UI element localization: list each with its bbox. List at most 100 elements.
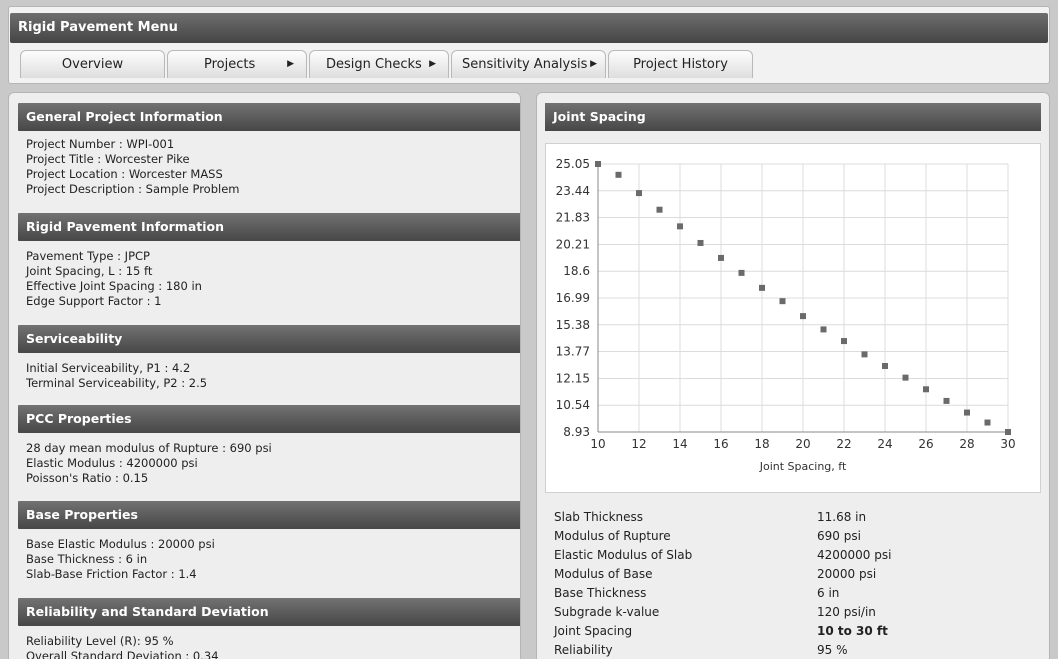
info-line: Project Title : Worcester Pike <box>26 152 190 166</box>
result-label: Base Thickness <box>554 586 647 600</box>
result-value: 11.68 in <box>817 510 867 524</box>
result-label: Elastic Modulus of Slab <box>554 548 693 562</box>
result-row: Modulus of Base 20000 psi <box>554 565 1034 584</box>
data-point <box>923 386 929 393</box>
data-point <box>984 419 991 426</box>
info-line: Poisson's Ratio : 0.15 <box>26 471 149 485</box>
data-point <box>779 298 786 305</box>
info-line: Base Thickness : 6 in <box>26 552 148 566</box>
info-line: Terminal Serviceability, P2 : 2.5 <box>26 376 208 390</box>
data-point <box>964 409 970 416</box>
result-value: 120 psi/in <box>817 605 876 619</box>
x-tick-label: 18 <box>754 437 769 451</box>
info-line: Project Number : WPI-001 <box>26 137 175 151</box>
result-label: Subgrade k-value <box>554 605 660 619</box>
data-point <box>943 397 950 404</box>
x-tick-label: 20 <box>795 437 810 451</box>
x-tick-label: 28 <box>959 437 974 451</box>
info-line: Overall Standard Deviation : 0.34 <box>26 649 219 659</box>
reliability-body: Reliability Level (R): 95 % Overall Stan… <box>26 634 219 659</box>
app-window: Rigid Pavement Menu Overview Projects ▶ D… <box>0 0 1058 659</box>
info-line: Elastic Modulus : 4200000 psi <box>26 456 198 470</box>
result-row: Reliability 95 % <box>554 641 1034 659</box>
tab-project-history[interactable]: Project History <box>608 50 753 78</box>
result-value: 10 to 30 ft <box>817 624 888 638</box>
result-label: Joint Spacing <box>554 624 633 638</box>
tab-design-checks[interactable]: Design Checks ▶ <box>309 50 449 78</box>
result-value: 4200000 psi <box>817 548 892 562</box>
info-line: Reliability Level (R): 95 % <box>26 634 174 648</box>
tab-sensitivity-analysis-label: Sensitivity Analysis <box>462 56 588 72</box>
menu-bar: Overview Projects ▶ Design Checks ▶ Sensit… <box>20 50 755 78</box>
data-point <box>902 374 909 381</box>
tab-design-checks-label: Design Checks <box>326 56 422 72</box>
menu-title: Rigid Pavement Menu <box>10 13 1048 43</box>
x-tick-label: 12 <box>631 437 646 451</box>
submenu-arrow-icon: ▶ <box>590 59 597 69</box>
tab-sensitivity-analysis[interactable]: Sensitivity Analysis ▶ <box>451 50 606 78</box>
tab-projects-label: Projects <box>204 56 256 72</box>
result-row: Elastic Modulus of Slab 4200000 psi <box>554 546 1034 565</box>
x-tick-label: 22 <box>836 437 851 451</box>
submenu-arrow-icon: ▶ <box>429 59 436 69</box>
result-value: 6 in <box>817 586 840 600</box>
results-table: Slab Thickness 11.68 in Modulus of Ruptur… <box>554 508 1034 659</box>
y-tick-label: 20.21 <box>556 237 590 251</box>
joint-spacing-chart: 10 12 14 16 18 20 22 24 26 28 30 8.93 10.54 12.15 13.7… <box>556 157 1016 473</box>
tab-overview-label: Overview <box>61 56 124 72</box>
info-line: Slab-Base Friction Factor : 1.4 <box>26 567 197 581</box>
data-point <box>759 284 765 291</box>
y-tick-label: 8.93 <box>563 425 590 439</box>
data-point <box>820 326 827 333</box>
result-row: Subgrade k-value 120 psi/in <box>554 603 1034 622</box>
joint-spacing-header: Joint Spacing <box>545 103 1041 131</box>
y-tick-label: 12.15 <box>556 371 590 385</box>
general-info-body: Project Number : WPI-001 Project Title :… <box>26 137 239 197</box>
pcc-properties-header: PCC Properties <box>18 405 520 433</box>
result-value: 95 % <box>817 643 848 657</box>
project-summary-panel: General Project Information Project Numb… <box>8 92 521 659</box>
info-line: 28 day mean modulus of Rupture : 690 psi <box>26 441 272 455</box>
base-properties-body: Base Elastic Modulus : 20000 psi Base Th… <box>26 537 215 582</box>
info-line: Pavement Type : JPCP <box>26 249 150 263</box>
chart-container: 10 12 14 16 18 20 22 24 26 28 30 8.93 10.54 12.15 13.7… <box>545 143 1041 493</box>
x-tick-label: 30 <box>1000 437 1015 451</box>
result-label: Modulus of Base <box>554 567 653 581</box>
data-point <box>595 161 601 167</box>
serviceability-body: Initial Serviceability, P1 : 4.2 Termina… <box>26 361 207 391</box>
data-point <box>636 190 642 197</box>
y-tick-label: 10.54 <box>556 398 590 412</box>
info-line: Base Elastic Modulus : 20000 psi <box>26 537 215 551</box>
serviceability-header: Serviceability <box>18 325 520 353</box>
result-row: Joint Spacing 10 to 30 ft <box>554 622 1034 641</box>
y-tick-label: 23.44 <box>556 184 590 198</box>
x-tick-label: 10 <box>590 437 605 451</box>
data-point <box>841 338 847 345</box>
y-tick-label: 13.77 <box>556 345 590 359</box>
result-value: 20000 psi <box>817 567 877 581</box>
info-line: Project Description : Sample Problem <box>26 182 240 196</box>
data-point <box>677 223 683 230</box>
reliability-header: Reliability and Standard Deviation <box>18 598 520 626</box>
data-point <box>615 171 622 178</box>
data-point <box>882 362 888 369</box>
y-tick-label: 18.6 <box>563 264 590 278</box>
info-line: Edge Support Factor : 1 <box>26 294 162 308</box>
tab-overview[interactable]: Overview <box>20 50 165 78</box>
result-label: Reliability <box>554 643 613 657</box>
x-tick-label: 14 <box>672 437 687 451</box>
data-point <box>800 313 806 320</box>
info-line: Effective Joint Spacing : 180 in <box>26 279 202 293</box>
tab-projects[interactable]: Projects ▶ <box>167 50 307 78</box>
tab-project-history-label: Project History <box>633 56 728 72</box>
data-point <box>697 239 704 246</box>
data-point <box>718 254 724 261</box>
data-point <box>738 269 745 276</box>
result-value: 690 psi <box>817 529 861 543</box>
joint-spacing-panel: Joint Spacing 10 12 14 16 18 20 22 24 26 28 30 8.93… <box>536 92 1050 659</box>
x-tick-label: 26 <box>918 437 933 451</box>
data-point <box>861 351 868 358</box>
y-tick-label: 16.99 <box>556 291 590 305</box>
result-row: Slab Thickness 11.68 in <box>554 508 1034 527</box>
x-axis-label: Joint Spacing, ft <box>759 460 847 473</box>
